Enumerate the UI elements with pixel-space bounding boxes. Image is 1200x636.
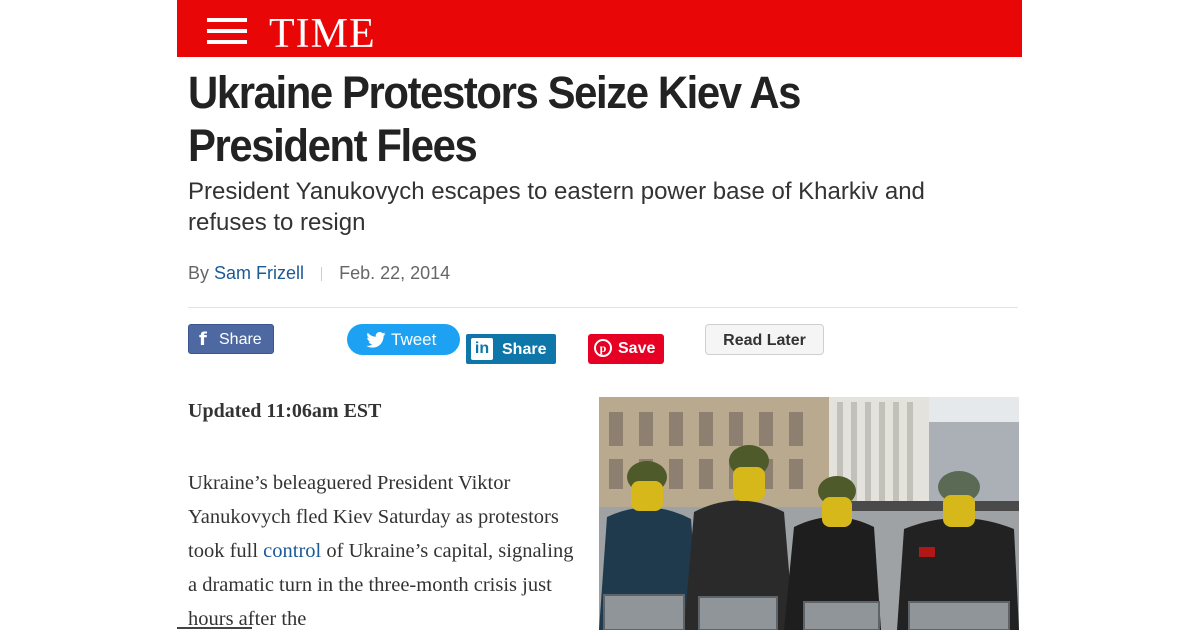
site-header: TIME [177,0,1022,57]
control-link[interactable]: control [263,540,321,562]
linkedin-share-button[interactable]: in Share [466,334,556,364]
article-subheadline: President Yanukovych escapes to eastern … [188,178,925,236]
publish-date: Feb. 22, 2014 [339,263,451,283]
byline-separator [321,267,323,282]
facebook-share-button[interactable]: f Share [188,324,274,354]
tweet-label: Tweet [391,330,437,349]
tweet-button[interactable]: Tweet [347,324,460,355]
pinterest-save-label: Save [618,340,656,357]
read-later-label: Read Later [723,332,806,349]
article-headline: Ukraine Protestors Seize Kiev As Preside… [188,67,801,171]
time-logo[interactable]: TIME [269,8,376,60]
facebook-share-label: Share [219,331,262,348]
linkedin-icon: in [471,338,493,360]
author-link[interactable]: Sam Frizell [214,263,304,283]
byline-prefix: By [188,263,210,283]
updated-timestamp: Updated 11:06am EST [188,400,382,422]
twitter-bird-icon [366,332,386,348]
article-body: Ukraine’s beleaguered President Viktor Y… [188,466,578,636]
pinterest-icon: p [594,339,612,357]
linkedin-share-label: Share [502,341,547,358]
article-photo[interactable] [599,397,1019,630]
facebook-icon: f [199,329,207,350]
text-underline-mark [177,627,252,629]
divider [188,307,1018,308]
protestors-photo-illustration [599,397,1019,630]
byline: By Sam Frizell Feb. 22, 2014 [188,262,450,284]
read-later-button[interactable]: Read Later [705,324,824,355]
pinterest-save-button[interactable]: p Save [588,334,664,364]
hamburger-menu-icon[interactable] [207,18,247,48]
